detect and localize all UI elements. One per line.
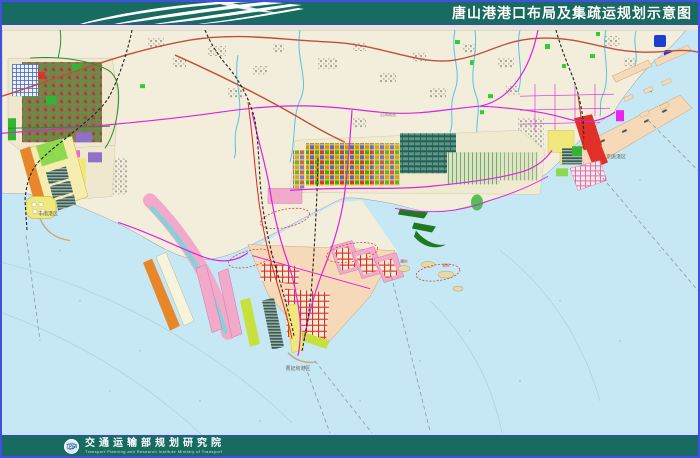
footer-org-name-en: Transport Planning and Research Institut…: [85, 449, 225, 454]
footer-org-name-cn: 交通运输部规划研究院: [85, 438, 225, 449]
page-title: 唐山港港口布局及集疏运规划示意图: [452, 2, 692, 24]
industrial-zone: [290, 130, 545, 194]
header-banner: 唐山港港口布局及集疏运规划示意图: [2, 2, 698, 24]
page-frame: 唐山港港口布局及集疏运规划示意图: [0, 0, 700, 458]
island-label: 蛤坨: [443, 263, 450, 268]
fengnan-port-label: 丰南港区: [38, 210, 58, 217]
footer-banner: TPRI 交通运输部规划研究院 Transport Planning and R…: [2, 435, 698, 456]
island-label: 腰坨: [401, 259, 408, 264]
jingtang-port-label: 京唐港区: [606, 153, 626, 160]
caofeidian-port-label: 曹妃甸港区: [286, 365, 311, 372]
map-area: 丰南港区 曹妃甸港区 京唐港区 沿海高速 腰坨 蛤坨: [2, 30, 698, 435]
logo-text: TPRI: [65, 444, 78, 450]
port-planning-map: 丰南港区 曹妃甸港区 京唐港区 沿海高速 腰坨 蛤坨: [2, 30, 698, 435]
tpri-logo: TPRI: [64, 439, 79, 454]
coastal-expressway-label: 沿海高速: [380, 111, 396, 117]
